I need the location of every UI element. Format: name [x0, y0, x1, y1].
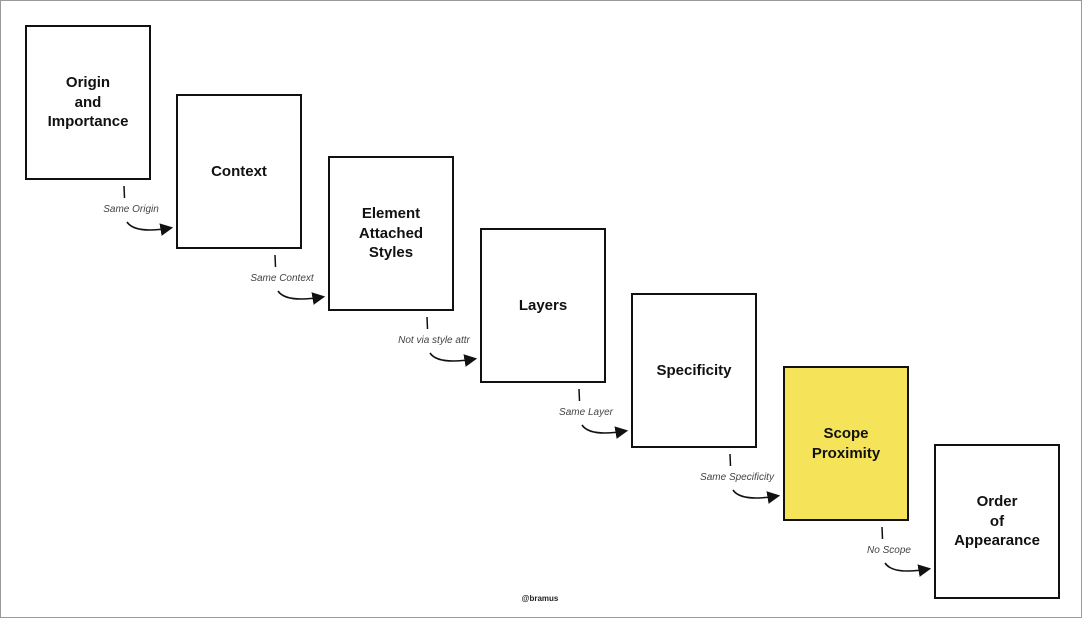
transition-tick: [426, 316, 429, 330]
transition-tick: [881, 526, 884, 540]
transition-arrow: [884, 562, 932, 577]
transition-tick: [729, 453, 732, 467]
transition-arrows: [123, 185, 932, 577]
transition-arrow: [732, 489, 781, 504]
transition-arrow: [429, 352, 478, 367]
transition-tick: [274, 254, 277, 268]
transition-arrow: [277, 290, 326, 305]
transition-tick: [123, 185, 126, 199]
transition-tick: [578, 388, 581, 402]
author-credit: @bramus: [521, 594, 559, 603]
transition-arrow: [581, 424, 629, 439]
transition-arrow: [126, 221, 174, 236]
